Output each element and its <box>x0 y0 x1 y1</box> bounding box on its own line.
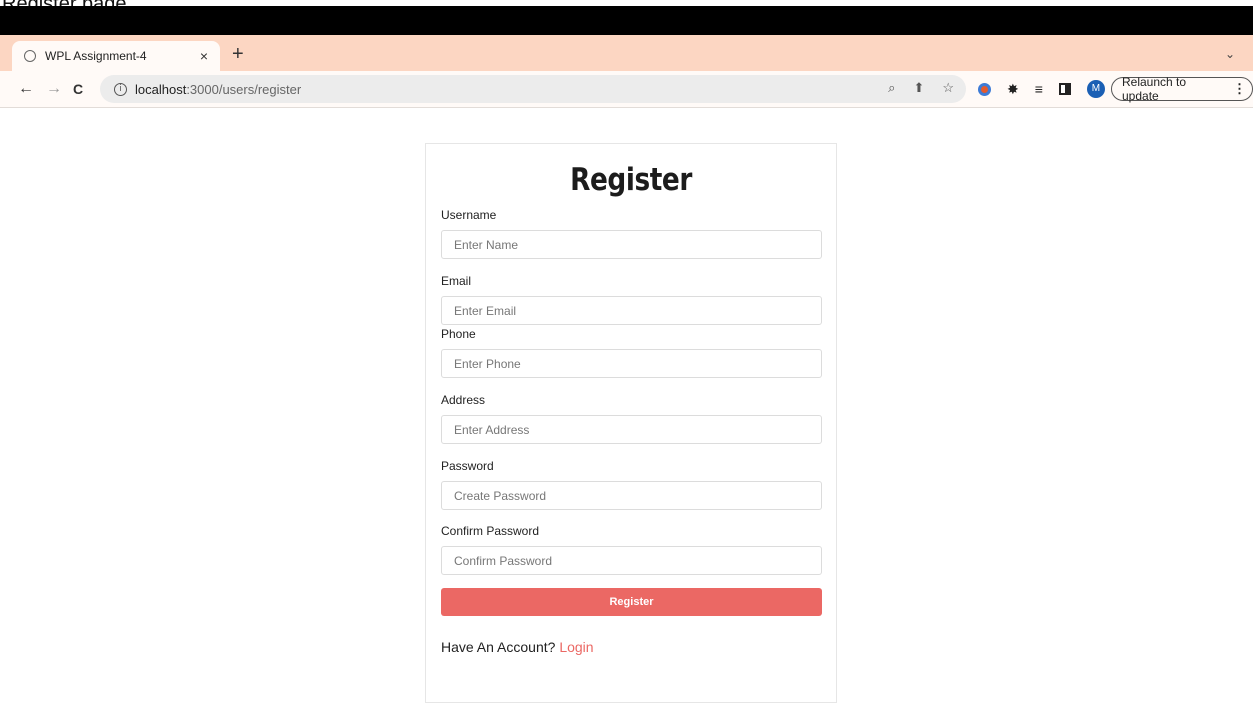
account-prompt-text: Have An Account? <box>441 639 556 655</box>
forward-button[interactable]: → <box>46 79 62 99</box>
url-host: localhost <box>135 81 187 97</box>
login-prompt: Have An Account? Login <box>441 639 594 655</box>
login-link[interactable]: Login <box>559 639 593 655</box>
info-icon[interactable]: i <box>114 82 127 96</box>
globe-icon <box>24 50 36 62</box>
confirm-password-input[interactable] <box>441 546 822 575</box>
address-bar[interactable]: i localhost:3000/users/register ⌕ ⬆ ☆ <box>100 75 966 103</box>
new-tab-button[interactable]: + <box>232 44 244 64</box>
browser-toolbar: ← → C i localhost:3000/users/register ⌕ … <box>0 71 1253 108</box>
phone-input[interactable] <box>441 349 822 378</box>
extension-icon[interactable] <box>978 82 991 96</box>
more-menu-icon[interactable]: ⋮ <box>1233 81 1246 97</box>
puzzle-extensions-icon[interactable]: ✸ <box>1007 79 1019 99</box>
bookmark-star-icon[interactable]: ☆ <box>942 80 954 96</box>
register-card: Register Username Email Phone Address Pa… <box>425 143 837 703</box>
address-label: Address <box>441 393 486 407</box>
username-input[interactable] <box>441 230 822 259</box>
zoom-icon[interactable]: ⌕ <box>888 80 895 96</box>
password-input[interactable] <box>441 481 822 510</box>
tab-bar: WPL Assignment-4 × + ⌄ <box>0 35 1253 71</box>
side-panel-icon[interactable] <box>1058 83 1071 95</box>
relaunch-label: Relaunch to update <box>1122 75 1187 103</box>
window-title-strip <box>0 6 1253 35</box>
back-button[interactable]: ← <box>18 79 34 99</box>
reading-list-icon[interactable]: ≡ <box>1035 79 1043 99</box>
url-path: :3000/users/register <box>186 81 302 97</box>
address-input[interactable] <box>441 415 822 444</box>
page-title: Register <box>570 162 692 198</box>
close-tab-icon[interactable]: × <box>200 49 208 63</box>
profile-avatar[interactable]: M <box>1086 80 1105 98</box>
confirm-password-label: Confirm Password <box>441 524 540 538</box>
password-label: Password <box>441 459 494 473</box>
email-input[interactable] <box>441 296 822 325</box>
reload-button[interactable]: C <box>73 79 83 99</box>
relaunch-button[interactable]: Relaunch to update ⋮ <box>1111 75 1253 103</box>
share-icon[interactable]: ⬆ <box>913 80 924 96</box>
email-label: Email <box>441 274 472 288</box>
tab-title: WPL Assignment-4 <box>45 49 147 63</box>
browser-tab[interactable]: WPL Assignment-4 × <box>12 41 220 71</box>
username-label: Username <box>441 208 497 222</box>
chevron-down-icon[interactable]: ⌄ <box>1225 47 1235 61</box>
phone-label: Phone <box>441 327 476 341</box>
register-button[interactable]: Register <box>441 588 822 616</box>
